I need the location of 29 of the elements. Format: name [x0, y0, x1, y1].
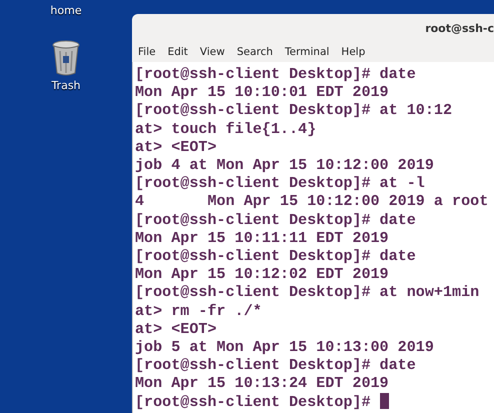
terminal-line: 4 Mon Apr 15 10:12:00 2019 a root	[135, 192, 488, 210]
terminal-line: at> <EOT>	[135, 320, 217, 338]
terminal-line: [root@ssh-client Desktop]# date	[135, 65, 416, 83]
menu-item[interactable]: Search	[236, 45, 273, 61]
terminal-line: [root@ssh-client Desktop]# at now+1min	[135, 283, 480, 302]
menu-item[interactable]: File	[138, 45, 156, 61]
trash-icon[interactable]	[51, 39, 81, 77]
menu-item[interactable]: View	[200, 45, 225, 61]
terminal-line: [root@ssh-client Desktop]# at -l	[135, 174, 425, 192]
terminal-line: job 4 at Mon Apr 15 10:12:00 2019	[135, 156, 434, 174]
desktop-icon-label[interactable]: home	[50, 4, 82, 17]
desktop-icon-label[interactable]: Trash	[51, 79, 81, 92]
terminal-line: at> rm -fr ./*	[135, 302, 262, 320]
terminal-line: [root@ssh-client Desktop]# at 10:12	[135, 101, 452, 120]
terminal-line: Mon Apr 15 10:13:24 EDT 2019	[135, 374, 389, 392]
terminal-line: Mon Apr 15 10:12:02 EDT 2019	[135, 265, 389, 284]
menu-item[interactable]: Terminal	[284, 45, 330, 61]
window-title: root@ssh-c	[425, 21, 494, 37]
terminal-line: Mon Apr 15 10:11:11 EDT 2019	[135, 228, 389, 247]
terminal-line: [root@ssh-client Desktop]# date	[135, 247, 416, 266]
menu-item[interactable]: Edit	[168, 45, 188, 61]
terminal-line: at> <EOT>	[135, 138, 217, 156]
terminal-line: Mon Apr 15 10:10:01 EDT 2019	[135, 83, 389, 102]
terminal-line: [root@ssh-client Desktop]# date	[135, 356, 416, 374]
terminal-line: [root@ssh-client Desktop]# date	[135, 210, 416, 229]
terminal-line: at> touch file{1..4}	[135, 120, 316, 138]
terminal-line: job 5 at Mon Apr 15 10:13:00 2019	[135, 338, 434, 356]
terminal-line: [root@ssh-client Desktop]#	[135, 392, 372, 411]
menu-item[interactable]: Help	[341, 45, 366, 61]
